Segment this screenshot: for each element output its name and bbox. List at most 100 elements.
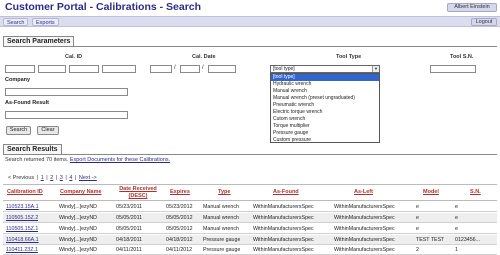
model-cell: e (416, 204, 419, 210)
calibration-id-link[interactable]: 110523.15A.1 (6, 204, 39, 210)
cal-date-year-input[interactable] (208, 65, 236, 73)
as-left-cell: WithinManufacturersSpec (334, 226, 395, 232)
tool-type-option[interactable]: Electric torque wrench (271, 109, 379, 116)
nav-exports-button[interactable]: Exports (32, 18, 59, 26)
page-link[interactable]: 1 (41, 175, 44, 181)
calibration-id-link[interactable]: 110505.15Z.2 (6, 215, 38, 221)
results-count-text: Search returned 70 items. (5, 157, 69, 163)
tool-type-option[interactable]: Pressure gauge (271, 130, 379, 137)
column-header-calibration-id[interactable]: Calibration ID (7, 189, 43, 195)
column-header-expires[interactable]: Expires (170, 189, 190, 195)
date-separator: / (174, 65, 176, 71)
tool-sn-input[interactable] (430, 65, 476, 73)
type-cell: Pressure gauge (203, 247, 241, 253)
next-page-link[interactable]: Next -> (79, 175, 97, 181)
column-header-date-received[interactable]: Date Received (DESC) (113, 186, 163, 200)
page-title: Customer Portal - Calibrations - Search (5, 1, 202, 13)
page-link[interactable]: 4 (69, 175, 72, 181)
as-found-result-input[interactable] (5, 111, 128, 119)
pagination: < Previous | 1 | 2 | 3 | 4 | Next -> (8, 175, 97, 181)
as-found-cell: WithinManufacturersSpec (253, 215, 314, 221)
tool-type-selected-value: [tool type] (273, 66, 295, 72)
cal-id-column-label: Cal. ID (65, 54, 83, 60)
sn-cell: e (455, 215, 458, 221)
page-link[interactable]: 3 (60, 175, 63, 181)
tool-type-option[interactable]: Manual wrench (271, 88, 379, 95)
page-link[interactable]: 2 (50, 175, 53, 181)
tool-type-dropdown-list: [tool type] Hydraulic wrench Manual wren… (270, 73, 380, 143)
company-name-cell: Windy[...]ezyND (59, 215, 97, 221)
tool-type-option[interactable]: [tool type] (271, 74, 379, 81)
tool-type-option[interactable]: Manual wrench (preset ungraduated) (271, 95, 379, 102)
as-found-cell: WithinManufacturersSpec (253, 247, 314, 253)
search-button[interactable]: Search (6, 126, 31, 135)
table-row[interactable]: 110523.15A.1 Windy[...]ezyND 05/23/2011 … (3, 202, 497, 212)
table-row[interactable]: 110418.66A.1 Windy[...]ezyND 04/18/2011 … (3, 235, 497, 245)
cal-id-input-4[interactable] (102, 65, 136, 73)
nav-search-button[interactable]: Search (3, 18, 29, 26)
company-label: Company (5, 77, 31, 83)
table-row[interactable]: 110411.23Z.1 Windy[...]ezyND 04/11/2011 … (3, 245, 497, 255)
tool-type-option[interactable]: Torque multiplier (271, 123, 379, 130)
date-received-cell: 05/05/2011 (116, 226, 143, 232)
expires-cell: 04/11/2012 (166, 247, 193, 253)
table-row[interactable]: 110505.15Z.1 Windy[...]ezyND 05/05/2011 … (3, 224, 497, 234)
as-found-result-label: As-Found Result (5, 100, 49, 106)
type-cell: Manual wrench (203, 226, 239, 232)
as-left-cell: WithinManufacturersSpec (334, 215, 395, 221)
tool-type-option[interactable]: Pneumatic wrench (271, 102, 379, 109)
clear-button[interactable]: Clear (37, 126, 59, 135)
company-name-cell: Windy[...]ezyND (59, 226, 97, 232)
sn-cell: e (455, 226, 458, 232)
type-cell: Manual wrench (203, 204, 239, 210)
results-summary: Search returned 70 items. Export Documen… (5, 157, 170, 163)
tool-type-option[interactable]: Custom pressure (271, 137, 379, 144)
company-input[interactable] (5, 88, 128, 96)
date-received-cell: 04/18/2011 (116, 237, 143, 243)
tool-type-select[interactable]: [tool type] ▼ (270, 65, 380, 73)
sn-cell: 1 (455, 247, 458, 253)
as-found-cell: WithinManufacturersSpec (253, 204, 314, 210)
model-cell: e (416, 215, 419, 221)
calibration-id-link[interactable]: 110418.66A.1 (6, 237, 39, 243)
expires-cell: 04/18/2012 (166, 237, 193, 243)
cal-date-month-input[interactable] (150, 65, 172, 73)
as-left-cell: WithinManufacturersSpec (334, 247, 395, 253)
expires-cell: 05/05/2012 (166, 215, 193, 221)
cal-id-input-2[interactable] (38, 65, 66, 73)
column-header-type[interactable]: Type (218, 189, 230, 195)
tool-sn-column-label: Tool S.N. (450, 54, 474, 60)
calibration-id-link[interactable]: 110411.23Z.1 (6, 247, 38, 253)
tool-type-option[interactable]: Hydraulic wrench (271, 81, 379, 88)
company-name-cell: Windy[...]ezyND (59, 237, 97, 243)
date-separator: / (202, 65, 204, 71)
tool-type-option[interactable]: Cutom wrench (271, 116, 379, 123)
export-documents-link[interactable]: Export Documents for these Calibrations. (70, 157, 170, 163)
column-header-company-name[interactable]: Company Name (60, 189, 102, 195)
table-row[interactable]: 110505.15Z.2 Windy[...]ezyND 05/05/2011 … (3, 213, 497, 223)
type-cell: Manual wrench (203, 215, 239, 221)
column-header-as-left[interactable]: As-Left (354, 189, 373, 195)
results-table-header: Calibration ID Company Name Date Receive… (3, 184, 497, 201)
page-header: Customer Portal - Calibrations - Search … (0, 0, 500, 14)
column-header-model[interactable]: Model (423, 189, 439, 195)
logout-button[interactable]: Logout (471, 18, 497, 26)
chevron-down-icon[interactable]: ▼ (372, 66, 379, 72)
section-divider (3, 46, 497, 47)
cal-id-input-3[interactable] (69, 65, 99, 73)
model-cell: TEST TEST (416, 237, 445, 243)
user-name-badge[interactable]: Albert Einstein (447, 3, 497, 12)
cal-date-column-label: Cal. Date (192, 54, 216, 60)
cal-date-day-input[interactable] (180, 65, 200, 73)
date-received-cell: 05/05/2011 (116, 215, 143, 221)
column-header-sn[interactable]: S.N. (470, 189, 481, 195)
cal-id-input-1[interactable] (5, 65, 35, 73)
calibration-id-link[interactable]: 110505.15Z.1 (6, 226, 38, 232)
previous-page-link[interactable]: < Previous (8, 175, 34, 181)
section-divider (3, 154, 497, 155)
column-header-as-found[interactable]: As-Found (273, 189, 299, 195)
expires-cell: 05/23/2012 (166, 204, 193, 210)
as-left-cell: WithinManufacturersSpec (334, 237, 395, 243)
as-left-cell: WithinManufacturersSpec (334, 204, 395, 210)
as-found-cell: WithinManufacturersSpec (253, 237, 314, 243)
